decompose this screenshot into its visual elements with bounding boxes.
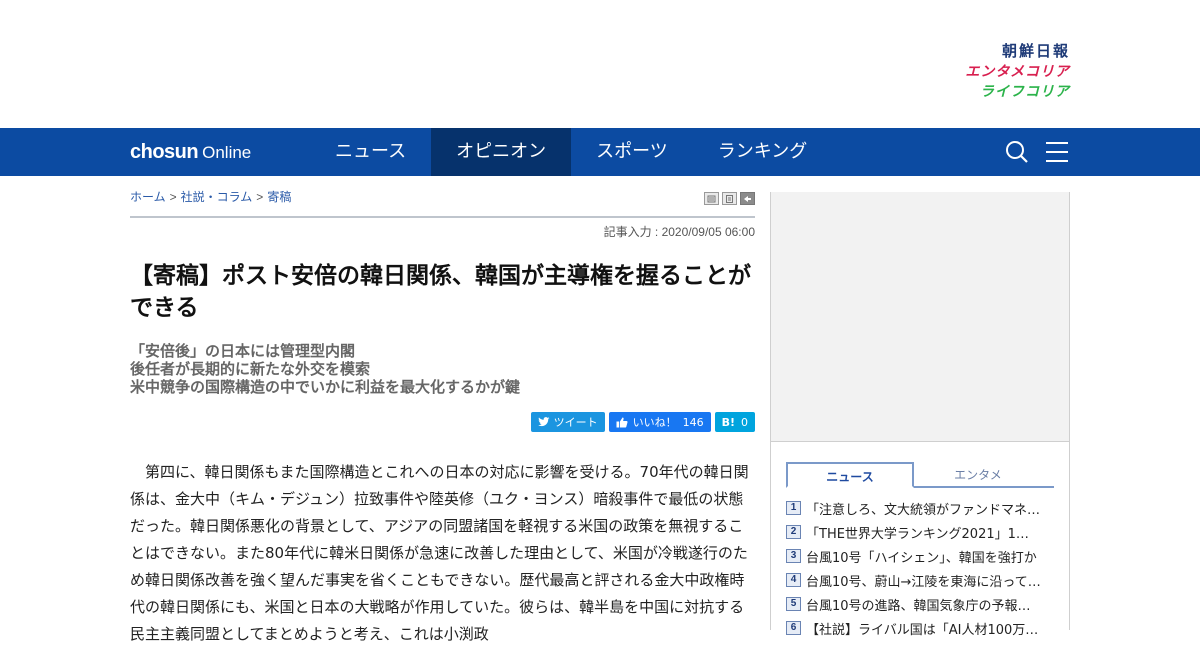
rank-title[interactable]: 【社説】ライバル国は「AI人材100万人」… [806,619,1041,638]
chosun-ilbo-link[interactable]: 朝鮮日報 [930,44,1070,59]
like-button[interactable]: いいね！ 146 [608,412,711,432]
ranking-list: 1 「注意しろ、文大統領がファンドマネージャーに」 2 「THE世界大学ランキング2… [786,496,1054,640]
like-count: 146 [682,415,704,429]
subhead: 米中競争の国際構造の中でいかに利益を最大化するかが鍵 [130,378,521,396]
rank-title[interactable]: 台風10号、蔚山→江陵を東海に沿って北上か [806,571,1041,590]
tweet-label: ツイート [553,416,598,429]
article-body: 第四に、韓日関係もまた国際構造とこれへの日本の対応に影響を受ける。70年代の韓日… [130,463,749,643]
article-subheads: 「安倍後」の日本には管理型内閣 後任者が長期的に新たな外交を模索 米中競争の国際… [130,342,755,396]
breadcrumb-contribution[interactable]: 寄稿 [267,190,291,204]
nav-ranking[interactable]: ランキング [693,128,832,176]
subhead: 「安倍後」の日本には管理型内閣 [130,342,356,360]
brand-links: 朝鮮日報 エンタメコリア ライフコリア [930,44,1070,100]
ranking-item[interactable]: 6 【社説】ライバル国は「AI人材100万人」… [786,616,1054,640]
rank-title[interactable]: 「THE世界大学ランキング2021」1位はオックスフォード [806,523,1041,542]
entame-korea-link[interactable]: エンタメコリア [930,65,1070,79]
share-buttons: ツイート いいね！ 146 B! 0 [130,412,755,432]
content-area: ホーム > 社説・コラム > 寄稿 記事入力 : 2020/09/05 06:00 【寄… [130,176,1070,643]
tab-news[interactable]: ニュース [786,462,914,488]
top-header: 朝鮮日報 エンタメコリア ライフコリア [0,0,1200,128]
ranking-tabs: ニュース エンタメ [786,462,1054,488]
nav-news[interactable]: ニュース [310,128,431,176]
subhead: 後任者が長期的に新たな外交を模索 [130,360,371,378]
nav-sports[interactable]: スポーツ [571,128,693,176]
hatena-label: B! [721,415,735,429]
article-date: 記事入力 : 2020/09/05 06:00 [603,225,755,239]
rank-number: 1 [786,501,801,515]
main-navbar: chosun Online ニュース オピニオン スポーツ ランキング [0,128,1200,176]
back-arrow-icon[interactable] [740,192,755,205]
site-logo[interactable]: chosun Online [130,141,290,164]
rank-title[interactable]: 台風10号「ハイシェン」、韓国を強打か [806,547,1041,566]
print-icon[interactable] [704,192,719,205]
rank-number: 3 [786,549,801,563]
document-icon[interactable] [722,192,737,205]
rank-title[interactable]: 台風10号の進路、韓国気象庁の予報より東寄り [806,595,1041,614]
rank-number: 2 [786,525,801,539]
breadcrumb-home[interactable]: ホーム [130,190,166,204]
thumbs-up-icon [616,417,628,427]
article-tools [704,192,755,205]
ranking-item[interactable]: 5 台風10号の進路、韓国気象庁の予報より東寄り [786,592,1054,616]
breadcrumb-editorial[interactable]: 社説・コラム [181,190,253,204]
rank-number: 5 [786,597,801,611]
search-icon[interactable] [1004,139,1030,165]
twitter-bird-icon [537,417,550,427]
tab-entame[interactable]: エンタメ [914,462,1042,488]
breadcrumb-separator: > [256,189,264,204]
like-label: いいね！ [632,416,677,429]
rank-title[interactable]: 「注意しろ、文大統領がファンドマネージャーに」 [806,499,1041,518]
article-title: 【寄稿】ポスト安倍の韓日関係、韓国が主導権を握ることができる [130,263,751,321]
hatena-count: 0 [741,415,748,429]
breadcrumb-separator: > [169,189,177,204]
logo-main: chosun [130,140,199,163]
menu-icon[interactable] [1044,139,1070,165]
breadcrumb: ホーム > 社説・コラム > 寄稿 [130,188,291,205]
ranking-item[interactable]: 1 「注意しろ、文大統領がファンドマネージャーに」 [786,496,1054,520]
ranking-item[interactable]: 2 「THE世界大学ランキング2021」1位はオックスフォード [786,520,1054,544]
article: ホーム > 社説・コラム > 寄稿 記事入力 : 2020/09/05 06:00 【寄… [130,176,755,648]
rank-number: 4 [786,573,801,587]
hatena-bookmark-button[interactable]: B! 0 [714,412,755,432]
life-korea-link[interactable]: ライフコリア [930,85,1070,99]
nav-opinion[interactable]: オピニオン [431,128,572,176]
rank-number: 6 [786,621,801,635]
sidebar: ニュース エンタメ 1 「注意しろ、文大統領がファンドマネージャーに」 2 「THE… [770,192,1070,638]
ranking-item[interactable]: 4 台風10号、蔚山→江陵を東海に沿って北上か [786,568,1054,592]
logo-sub: Online [202,142,252,162]
ranking-item[interactable]: 3 台風10号「ハイシェン」、韓国を強打か [786,544,1054,568]
tweet-button[interactable]: ツイート [530,412,605,432]
advertisement-slot[interactable] [771,192,1069,442]
